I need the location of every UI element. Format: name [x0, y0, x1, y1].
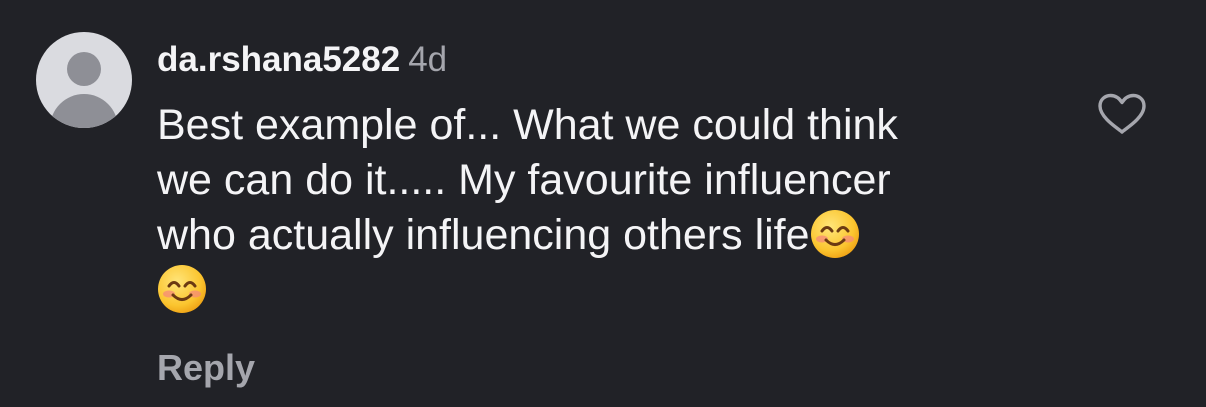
comment-text: Best example of... What we could think w…	[157, 98, 1037, 318]
heart-outline-icon	[1098, 93, 1146, 134]
smiling-face-emoji	[157, 264, 207, 314]
comment-timestamp: 4d	[408, 40, 448, 79]
comment-text-line-4	[157, 263, 1037, 318]
smiling-face-emoji	[810, 209, 860, 259]
comment-text-line-2: we can do it..... My favourite influence…	[157, 156, 891, 204]
comment-text-line-3-wrap: who actually influencing others life	[157, 208, 1037, 263]
comment-text-line-1: Best example of... What we could think	[157, 101, 898, 149]
avatar-head	[67, 52, 101, 86]
comment-username[interactable]: da.rshana5282	[157, 40, 400, 79]
default-avatar-icon[interactable]	[36, 32, 132, 128]
comment-meta: da.rshana5282 4d	[157, 38, 447, 82]
like-button[interactable]	[1096, 92, 1148, 136]
avatar-shoulders	[50, 94, 118, 128]
comment-item: da.rshana5282 4d Best example of... What …	[0, 0, 1206, 407]
reply-button[interactable]: Reply	[157, 346, 255, 390]
comment-text-line-3: who actually influencing others life	[157, 211, 810, 259]
